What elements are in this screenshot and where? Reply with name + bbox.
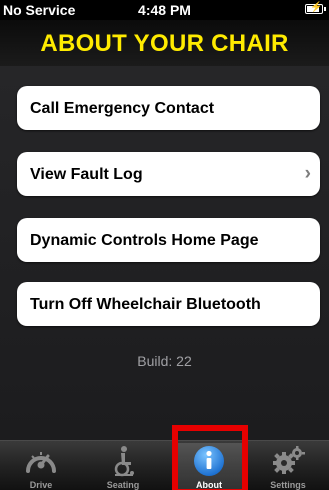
status-time: 4:48 PM xyxy=(138,2,191,18)
tab-label: Settings xyxy=(270,480,306,490)
tab-bar: Drive Seating About Settings xyxy=(0,440,329,490)
header: ABOUT YOUR CHAIR xyxy=(0,20,329,67)
battery-icon: ⚡ xyxy=(305,2,326,14)
tab-label: Drive xyxy=(29,480,53,490)
info-icon xyxy=(194,446,224,476)
wheelchair-icon xyxy=(114,446,134,477)
app-screen: No Service 4:48 PM ⚡ ABOUT YOUR CHAIR Ca… xyxy=(0,0,329,490)
content-area: Call Emergency Contact View Fault Log › … xyxy=(0,66,329,440)
tab-label: Seating xyxy=(106,480,140,490)
call-emergency-contact-button[interactable]: Call Emergency Contact xyxy=(17,86,320,130)
gears-icon xyxy=(273,446,305,474)
build-number: 22 xyxy=(176,353,192,369)
button-label: View Fault Log xyxy=(30,166,143,183)
build-info: Build: 22 xyxy=(0,353,329,369)
button-label: Call Emergency Contact xyxy=(30,100,215,117)
chevron-right-icon: › xyxy=(304,163,311,184)
tab-settings[interactable]: Settings xyxy=(247,441,329,490)
tab-seating[interactable]: Seating xyxy=(82,441,164,490)
status-bar: No Service 4:48 PM ⚡ xyxy=(0,0,329,20)
view-fault-log-button[interactable]: View Fault Log › xyxy=(17,152,320,196)
tab-drive[interactable]: Drive xyxy=(0,441,82,490)
dynamic-controls-home-page-button[interactable]: Dynamic Controls Home Page xyxy=(17,218,320,262)
tab-about[interactable]: About xyxy=(168,441,250,490)
build-label: Build: xyxy=(137,353,173,369)
button-label: Dynamic Controls Home Page xyxy=(30,232,259,249)
button-label: Turn Off Wheelchair Bluetooth xyxy=(30,296,261,313)
turn-off-bluetooth-button[interactable]: Turn Off Wheelchair Bluetooth xyxy=(17,282,320,326)
tab-label: About xyxy=(196,480,222,490)
speedometer-icon xyxy=(26,452,56,473)
page-title: ABOUT YOUR CHAIR xyxy=(40,30,289,57)
